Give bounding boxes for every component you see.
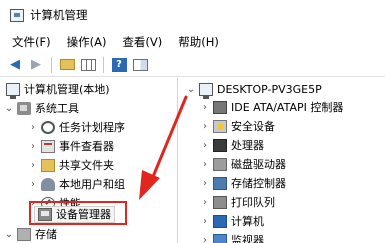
tree-item-shared-folders[interactable]: › 共享文件夹 [28,156,114,174]
tree-root-label: 计算机管理(本地) [24,83,110,96]
clock-icon [41,120,55,134]
security-device-icon [213,119,227,133]
tree-item-event-viewer[interactable]: › 事件查看器 [28,137,114,155]
device-item-processor[interactable]: › 处理器 [200,136,264,154]
back-arrow-icon[interactable]: ◀ [6,57,24,73]
annotation-highlight-box [29,201,127,225]
tree-item-label: 事件查看器 [59,140,114,153]
device-root-label: DESKTOP-PV3GE5P [217,82,322,96]
toolbar: ◀ ▶ ? [0,53,385,77]
chevron-right-icon[interactable]: › [200,140,210,151]
device-item-storage-controller[interactable]: › 存储控制器 [200,174,286,192]
toolbar-separator [51,56,52,73]
event-viewer-icon [41,139,55,153]
action-pane-icon [132,58,148,71]
chevron-right-icon[interactable]: › [28,122,38,133]
folder-up-icon [59,59,75,70]
disk-drive-icon [213,157,227,171]
tree-item-label: 任务计划程序 [59,121,125,134]
tree-item-label: 共享文件夹 [59,159,114,172]
tree-item-label: 系统工具 [35,102,79,115]
system-tools-icon [17,101,31,115]
device-item-security[interactable]: › 安全设备 [200,117,275,135]
action-pane-button[interactable] [131,57,149,73]
folder-up-button[interactable] [58,57,76,73]
computer-icon [199,82,213,99]
console-tree-icon [80,58,96,71]
menu-file[interactable]: 文件(F) [12,34,51,50]
tree-root[interactable]: 计算机管理(本地) [6,80,110,99]
chevron-right-icon[interactable]: › [28,179,38,190]
monitor-icon [213,233,227,243]
device-item-label: 计算机 [231,215,264,228]
chevron-right-icon[interactable]: › [28,141,38,152]
chevron-right-icon[interactable]: › [200,197,210,208]
processor-icon [213,138,227,152]
forward-arrow-icon[interactable]: ▶ [27,57,45,73]
ide-controller-icon [213,100,227,114]
device-item-label: IDE ATA/ATAPI 控制器 [231,101,344,114]
help-button[interactable]: ? [110,57,128,73]
console-tree-button[interactable] [79,57,97,73]
chevron-down-icon[interactable]: ⌄ [186,84,196,95]
window-title: 计算机管理 [30,8,88,22]
menu-view[interactable]: 查看(V) [122,34,162,50]
device-item-label: 存储控制器 [231,177,286,190]
menu-action[interactable]: 操作(A) [67,34,107,50]
device-item-label: 处理器 [231,139,264,152]
chevron-right-icon[interactable]: › [200,102,210,113]
device-item-label: 监视器 [231,234,264,243]
chevron-right-icon[interactable]: › [200,216,210,227]
help-icon: ? [111,57,127,72]
chevron-right-icon[interactable]: › [200,178,210,189]
tree-item-system-tools[interactable]: ⌄ 系统工具 [4,99,79,117]
tree-item-task-scheduler[interactable]: › 任务计划程序 [28,118,125,136]
device-item-computer[interactable]: › 计算机 [200,212,264,230]
tree-item-label: 存储 [35,228,57,241]
device-item-label: 磁盘驱动器 [231,158,286,171]
device-item-ide[interactable]: › IDE ATA/ATAPI 控制器 [200,98,343,116]
menu-bar: 文件(F) 操作(A) 查看(V) 帮助(H) [0,31,385,53]
tree-item-storage[interactable]: ⌄ 存储 [4,225,57,243]
chevron-down-icon[interactable]: ⌄ [4,229,14,240]
menu-help[interactable]: 帮助(H) [178,34,219,50]
device-item-print-queue[interactable]: › 打印队列 [200,193,275,211]
storage-controller-icon [213,176,227,190]
toolbar-separator [103,56,104,73]
chevron-right-icon[interactable]: › [200,121,210,132]
tree-item-local-users[interactable]: › 本地用户和组 [28,175,125,193]
device-tree-pane: ⌄ DESKTOP-PV3GE5P › IDE ATA/ATAPI 控制器 › … [180,78,385,243]
chevron-right-icon[interactable]: › [28,160,38,171]
chevron-right-icon[interactable]: › [200,159,210,170]
computer-device-icon [213,214,227,228]
users-icon [41,177,55,191]
device-root[interactable]: ⌄ DESKTOP-PV3GE5P [186,80,322,99]
storage-icon [17,227,31,241]
device-item-label: 打印队列 [231,196,275,209]
shared-folder-icon [41,158,55,172]
chevron-down-icon[interactable]: ⌄ [4,103,14,114]
device-item-monitor[interactable]: › 监视器 [200,231,264,243]
printer-icon [213,195,227,209]
computer-icon [6,82,20,99]
computer-management-icon [10,8,24,22]
device-item-disk[interactable]: › 磁盘驱动器 [200,155,286,173]
device-item-label: 安全设备 [231,120,275,133]
tree-item-label: 本地用户和组 [59,178,125,191]
title-bar: 计算机管理 [0,0,385,30]
chevron-right-icon[interactable]: › [200,235,210,243]
